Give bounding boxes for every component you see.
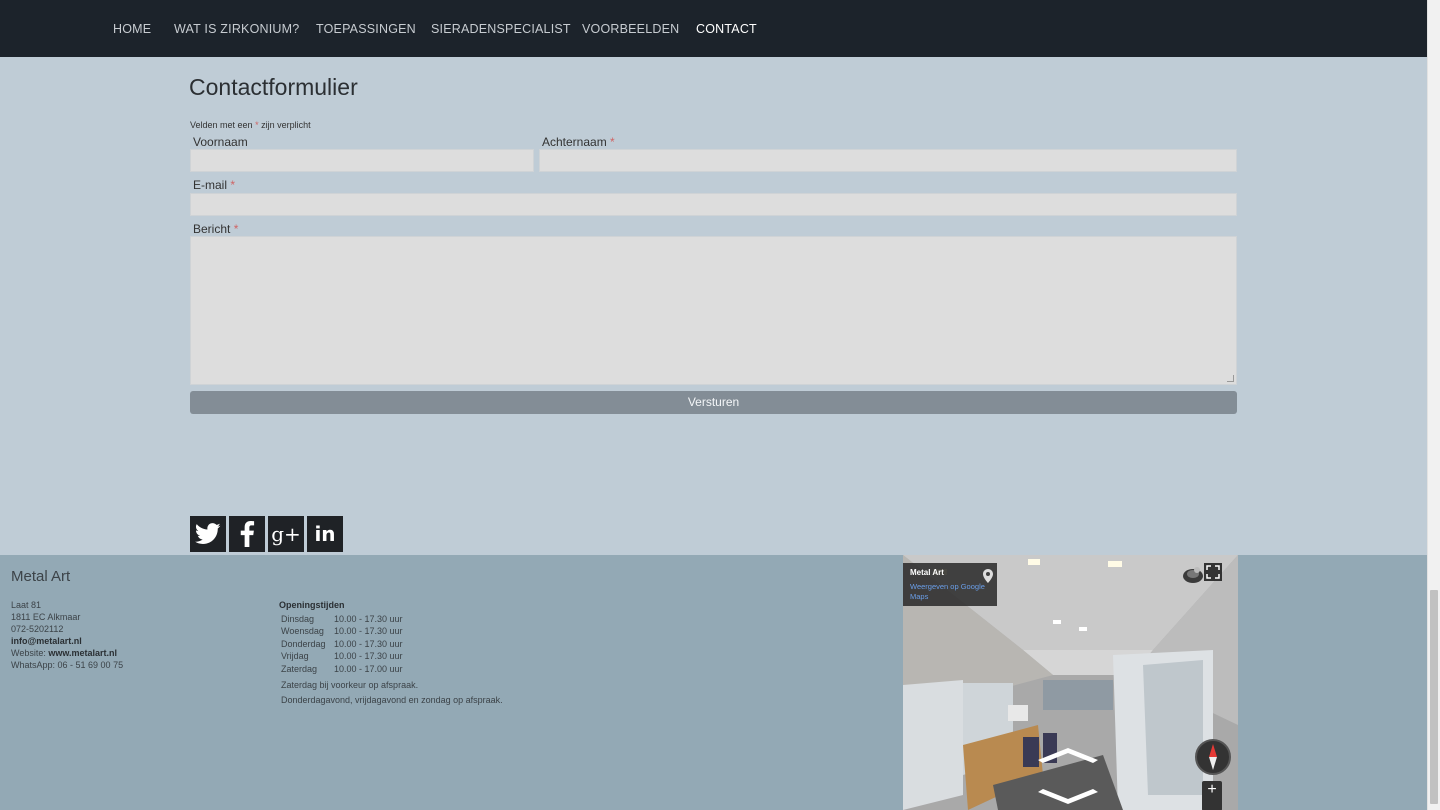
nav-toepassingen[interactable]: TOEPASSINGEN: [316, 22, 416, 36]
message-textarea[interactable]: [190, 236, 1237, 385]
street-view-embed[interactable]: Metal Art Weergeven op Google Maps +: [903, 555, 1238, 810]
footer-email-text[interactable]: info@metalart.nl: [11, 636, 82, 646]
top-navbar: HOME WAT IS ZIRKONIUM? TOEPASSINGEN SIER…: [0, 0, 1427, 57]
hours-day: Donderdag: [281, 639, 326, 649]
facebook-icon[interactable]: [229, 516, 265, 552]
hours-time: 10.00 - 17.00 uur: [334, 664, 403, 674]
submit-button[interactable]: Versturen: [190, 391, 1237, 414]
hours-time: 10.00 - 17.30 uur: [334, 614, 403, 624]
page-title: Contactformulier: [189, 74, 358, 100]
place-name: Metal Art: [910, 568, 944, 577]
compass-icon[interactable]: [1194, 738, 1232, 781]
map-pin-icon[interactable]: [983, 569, 993, 588]
hours-day: Vrijdag: [281, 651, 309, 661]
first-name-field[interactable]: [190, 149, 534, 172]
hours-row: Vrijdag 10.00 - 17.30 uur: [281, 651, 403, 661]
hours-day: Dinsdag: [281, 614, 315, 624]
email-label: E-mail *: [193, 178, 235, 192]
footer-company-name: Metal Art: [11, 568, 71, 585]
footer-phone: 072-5202112: [11, 624, 64, 634]
message-label: Bericht *: [193, 222, 238, 236]
pegman-icon[interactable]: [1182, 564, 1204, 589]
zoom-in-button[interactable]: +: [1202, 781, 1222, 810]
hours-row: Woensdag 10.00 - 17.30 uur: [281, 626, 403, 636]
google-plus-glyph: g+: [271, 522, 301, 546]
required-mark: *: [230, 178, 236, 192]
google-plus-icon[interactable]: g+: [268, 516, 304, 552]
hours-time: 10.00 - 17.30 uur: [334, 639, 403, 649]
website-label: Website:: [11, 648, 46, 658]
nav-voorbeelden[interactable]: VOORBEELDEN: [582, 22, 679, 36]
first-name-label-text: Voornaam: [193, 135, 248, 149]
last-name-label-text: Achternaam: [542, 135, 607, 149]
linkedin-glyph: in: [314, 522, 336, 546]
required-mark: *: [233, 222, 239, 236]
page-scrollbar[interactable]: [1427, 0, 1440, 810]
hours-day: Woensdag: [281, 626, 324, 636]
email-field[interactable]: [190, 193, 1237, 216]
message-label-text: Bericht: [193, 222, 231, 236]
last-name-field[interactable]: [539, 149, 1237, 172]
opening-hours-title: Openingstijden: [279, 600, 345, 610]
required-mark: *: [610, 135, 615, 149]
nav-sieradenspecialist[interactable]: SIERADENSPECIALIST: [431, 22, 571, 36]
footer-email-link[interactable]: info@metalart.nl: [11, 636, 82, 646]
footer-whatsapp: WhatsApp: 06 - 51 69 00 75: [11, 660, 124, 670]
last-name-label: Achternaam *: [542, 135, 615, 149]
required-note-prefix: Velden met een: [190, 120, 253, 130]
linkedin-icon[interactable]: in: [307, 516, 343, 552]
hours-row: Donderdag 10.00 - 17.30 uur: [281, 639, 403, 649]
required-fields-note: Velden met een * zijn verplicht: [190, 120, 311, 130]
hours-day: Zaterdag: [281, 664, 318, 674]
footer-postal: 1811 EC Alkmaar: [11, 612, 81, 622]
place-info-card: Metal Art Weergeven op Google Maps: [903, 563, 997, 606]
nav-contact[interactable]: CONTACT: [696, 22, 757, 36]
hours-row: Dinsdag 10.00 - 17.30 uur: [281, 614, 403, 624]
hours-row: Zaterdag 10.00 - 17.00 uur: [281, 664, 403, 674]
required-note-suffix: zijn verplicht: [261, 120, 311, 130]
hours-note-appointment: Donderdagavond, vrijdagavond en zondag o…: [281, 695, 503, 705]
twitter-icon[interactable]: [190, 516, 226, 552]
hours-time: 10.00 - 17.30 uur: [334, 651, 403, 661]
nav-wat-is-zirkonium[interactable]: WAT IS ZIRKONIUM?: [174, 22, 299, 36]
footer-website: Website: www.metalart.nl: [11, 648, 117, 658]
nav-home[interactable]: HOME: [113, 22, 151, 36]
fullscreen-icon[interactable]: [1204, 563, 1222, 581]
scrollbar-thumb[interactable]: [1430, 590, 1438, 804]
hours-note-saturday: Zaterdag bij voorkeur op afspraak.: [281, 680, 419, 690]
email-label-text: E-mail: [193, 178, 228, 192]
required-note-star: *: [255, 120, 259, 130]
first-name-label: Voornaam: [193, 135, 248, 149]
hours-time: 10.00 - 17.30 uur: [334, 626, 403, 636]
website-link[interactable]: www.metalart.nl: [48, 648, 117, 658]
view-on-google-maps-link[interactable]: Weergeven op Google Maps: [910, 582, 994, 602]
resize-handle[interactable]: [1227, 375, 1234, 382]
footer-street: Laat 81: [11, 600, 42, 610]
